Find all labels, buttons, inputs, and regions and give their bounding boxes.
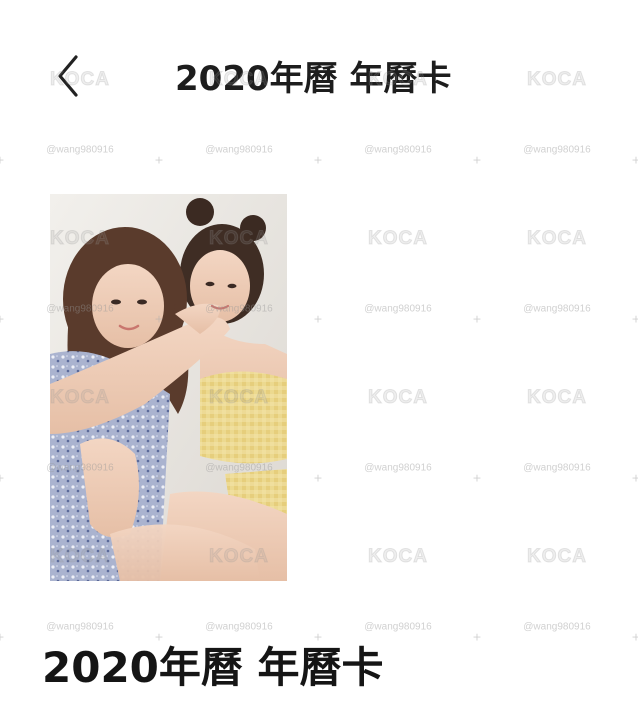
watermark-plus-icon: + [313, 153, 323, 167]
koca-watermark-logo: KOCA [527, 546, 587, 568]
chevron-left-icon [52, 54, 82, 98]
watermark-handle: @wang980916 [523, 303, 591, 315]
watermark-plus-icon: + [472, 630, 482, 644]
watermark-handle: @wang980916 [46, 621, 114, 633]
watermark-handle: @wang980916 [205, 621, 273, 633]
koca-watermark-logo: KOCA [368, 387, 428, 409]
koca-watermark-logo: KOCA [527, 387, 587, 409]
watermark-plus-icon: + [0, 313, 5, 326]
watermark-plus-icon: + [313, 471, 323, 485]
watermark-handle: @wang980916 [364, 462, 432, 474]
back-button[interactable] [50, 54, 84, 98]
watermark-handle: @wang980916 [364, 621, 432, 633]
watermark-plus-icon: + [631, 312, 638, 326]
header-title: 2020年曆 年曆卡 [175, 59, 452, 99]
watermark-plus-icon: + [631, 153, 638, 167]
photocard-image[interactable] [50, 194, 287, 581]
watermark-handle: @wang980916 [205, 144, 273, 156]
watermark-plus-icon: + [631, 471, 638, 485]
product-title: 2020年曆 年曆卡 [42, 643, 384, 692]
watermark-handle: @wang980916 [364, 303, 432, 315]
watermark-plus-icon: + [472, 471, 482, 485]
watermark-handle: @wang980916 [364, 144, 432, 156]
koca-watermark-logo: KOCA [368, 546, 428, 568]
koca-watermark-logo: KOCA [368, 228, 428, 250]
watermark-plus-icon: + [313, 312, 323, 326]
koca-watermark-logo: KOCA [527, 228, 587, 250]
watermark-plus-icon: + [631, 630, 638, 644]
photocard-illustration [50, 194, 287, 581]
watermark-handle: @wang980916 [523, 144, 591, 156]
watermark-plus-icon: + [154, 153, 164, 167]
watermark-plus-icon: + [472, 312, 482, 326]
watermark-handle: @wang980916 [523, 621, 591, 633]
app-header: 2020年曆 年曆卡 [0, 36, 638, 120]
watermark-handle: @wang980916 [523, 462, 591, 474]
watermark-plus-icon: + [472, 153, 482, 167]
watermark-plus-icon: + [0, 631, 5, 644]
watermark-plus-icon: + [0, 154, 5, 167]
watermark-plus-icon: + [0, 472, 5, 485]
watermark-handle: @wang980916 [46, 144, 114, 156]
